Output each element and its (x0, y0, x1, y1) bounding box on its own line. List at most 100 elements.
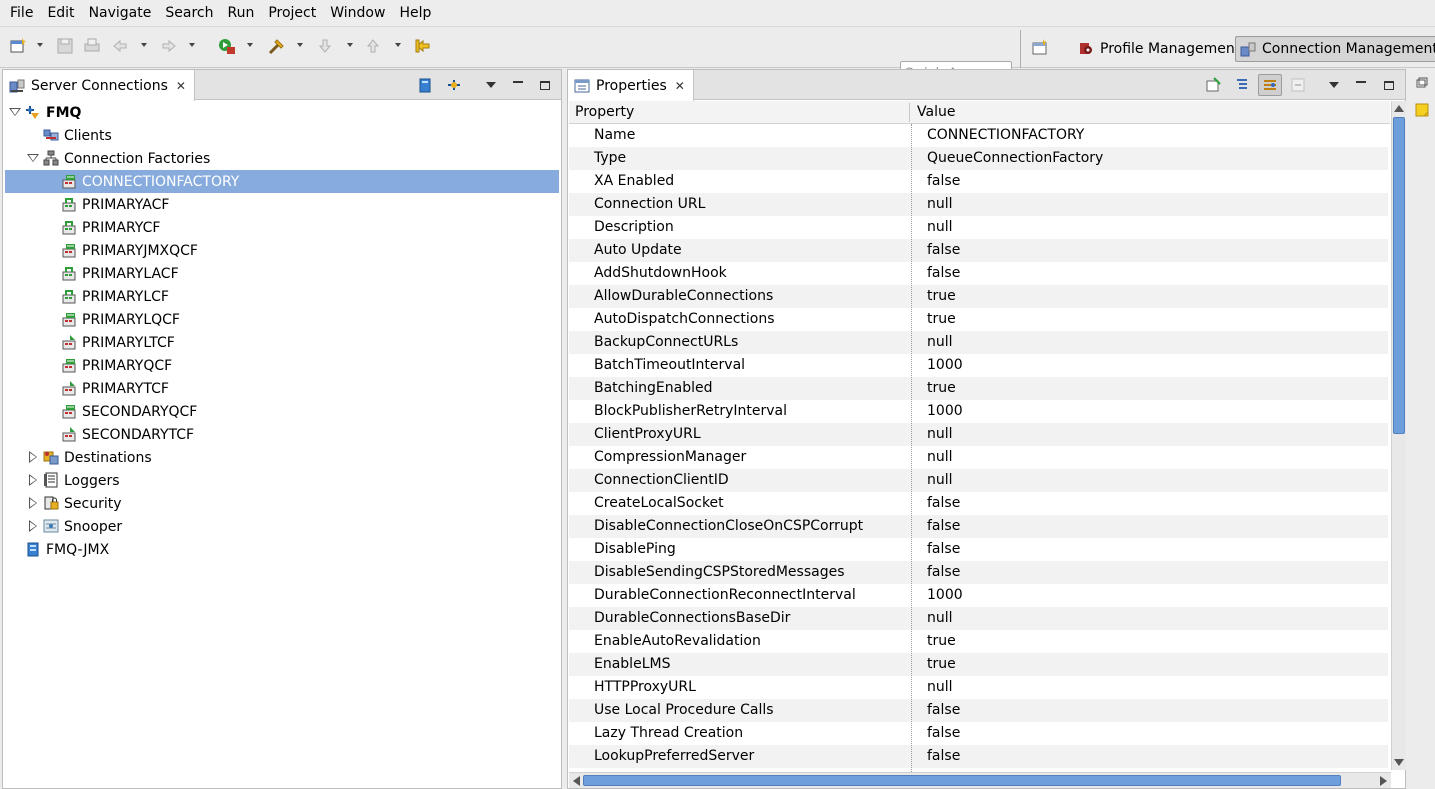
tree-item-primaryltcf[interactable]: PRIMARYLTCF (5, 331, 559, 354)
property-value[interactable]: true (927, 308, 956, 331)
property-value[interactable]: null (927, 216, 953, 239)
previous-annotation-dropdown-arrow-icon[interactable] (395, 43, 401, 47)
minimize-icon[interactable] (510, 77, 526, 93)
property-value[interactable]: false (927, 722, 960, 745)
property-row[interactable]: DisableSendingCSPStoredMessages false (569, 561, 1388, 584)
tree-item-fmq-jmx[interactable]: FMQ-JMX (5, 538, 559, 561)
property-row[interactable]: Type QueueConnectionFactory (569, 147, 1388, 170)
expand-arrow-icon[interactable] (27, 451, 39, 463)
menu-help[interactable]: Help (392, 0, 438, 27)
perspective-profile-management[interactable]: Profile Management (1074, 36, 1244, 62)
property-value[interactable]: true (927, 377, 956, 400)
tree-item-security[interactable]: Security (5, 492, 559, 515)
menu-project[interactable]: Project (261, 0, 323, 27)
property-row[interactable]: AllowDurableConnections true (569, 285, 1388, 308)
maximize-icon[interactable] (1381, 77, 1397, 93)
new-dropdown-arrow-icon[interactable] (37, 43, 43, 47)
forward-icon[interactable] (160, 37, 178, 55)
tree-item-primarylcf[interactable]: PRIMARYLCF (5, 285, 559, 308)
restore-default-icon[interactable] (1290, 77, 1306, 93)
property-value[interactable]: QueueConnectionFactory (927, 147, 1103, 170)
property-value[interactable]: false (927, 538, 960, 561)
vertical-scrollbar[interactable] (1391, 101, 1406, 770)
tree-item-loggers[interactable]: Loggers (5, 469, 559, 492)
property-row[interactable]: HTTPProxyURL null (569, 676, 1388, 699)
pin-view-icon[interactable] (1205, 77, 1221, 93)
tree-item-primaryqcf[interactable]: PRIMARYQCF (5, 354, 559, 377)
menu-search[interactable]: Search (158, 0, 220, 27)
property-row[interactable]: Description null (569, 216, 1388, 239)
perspective-connection-management[interactable]: Connection Management (1235, 36, 1435, 62)
property-row[interactable]: Auto Update false (569, 239, 1388, 262)
view-menu-icon[interactable] (1326, 77, 1342, 93)
horizontal-scroll-thumb[interactable] (583, 775, 1341, 786)
property-row[interactable]: ClientProxyURL null (569, 423, 1388, 446)
property-row[interactable]: CreateLocalSocket false (569, 492, 1388, 515)
column-header-property[interactable]: Property (569, 101, 634, 124)
property-value[interactable]: false (927, 492, 960, 515)
tab-server-connections[interactable]: Server Connections ✕ (3, 70, 195, 101)
new-wizard-icon[interactable] (9, 37, 27, 55)
property-row[interactable]: Connection URL null (569, 193, 1388, 216)
property-value[interactable]: true (927, 285, 956, 308)
note-icon[interactable] (1414, 102, 1430, 118)
new-server-icon[interactable] (417, 77, 433, 93)
maximize-icon[interactable] (537, 77, 553, 93)
tree-item-secondaryqcf[interactable]: SECONDARYQCF (5, 400, 559, 423)
property-value[interactable]: false (927, 262, 960, 285)
property-row[interactable]: AutoDispatchConnections true (569, 308, 1388, 331)
property-row[interactable]: Name CONNECTIONFACTORY (569, 124, 1388, 147)
external-tools-dropdown-arrow-icon[interactable] (297, 43, 303, 47)
property-row[interactable]: DisablePing false (569, 538, 1388, 561)
property-row[interactable]: BatchTimeoutInterval 1000 (569, 354, 1388, 377)
property-row[interactable]: BatchingEnabled true (569, 377, 1388, 400)
property-value[interactable]: false (927, 170, 960, 193)
expand-arrow-icon[interactable] (27, 520, 39, 532)
forward-dropdown-arrow-icon[interactable] (189, 43, 195, 47)
property-row[interactable]: BlockPublisherRetryInterval 1000 (569, 400, 1388, 423)
menu-file[interactable]: File (3, 0, 40, 27)
tree-item-secondarytcf[interactable]: SECONDARYTCF (5, 423, 559, 446)
previous-annotation-icon[interactable] (364, 37, 382, 55)
menu-window[interactable]: Window (323, 0, 392, 27)
property-value[interactable]: 1000 (927, 354, 963, 377)
run-icon[interactable] (218, 37, 236, 55)
run-dropdown-arrow-icon[interactable] (247, 43, 253, 47)
save-icon[interactable] (56, 37, 74, 55)
property-value[interactable]: null (927, 423, 953, 446)
property-row[interactable]: DurableConnectionsBaseDir null (569, 607, 1388, 630)
menu-navigate[interactable]: Navigate (82, 0, 159, 27)
tree-item-clients[interactable]: Clients (5, 124, 559, 147)
property-row[interactable]: EnableLMS true (569, 653, 1388, 676)
vertical-scroll-thumb[interactable] (1393, 117, 1405, 434)
close-icon[interactable]: ✕ (675, 79, 685, 93)
tree-item-primarycf[interactable]: PRIMARYCF (5, 216, 559, 239)
tree-item-primaryacf[interactable]: PRIMARYACF (5, 193, 559, 216)
property-row[interactable]: DisableConnectionCloseOnCSPCorrupt false (569, 515, 1388, 538)
property-value[interactable]: null (927, 607, 953, 630)
property-value[interactable]: null (927, 193, 953, 216)
property-value[interactable]: true (927, 630, 956, 653)
tree-item-connection-factories[interactable]: Connection Factories (5, 147, 559, 170)
property-value[interactable]: 1000 (927, 584, 963, 607)
property-value[interactable]: false (927, 239, 960, 262)
tree-item-snooper[interactable]: Snooper (5, 515, 559, 538)
column-divider[interactable] (909, 103, 910, 122)
scroll-left-icon[interactable] (573, 776, 580, 786)
tab-properties[interactable]: Properties ✕ (568, 70, 694, 101)
property-row[interactable]: XA Enabled false (569, 170, 1388, 193)
property-value[interactable]: null (927, 331, 953, 354)
property-row[interactable]: BackupConnectURLs null (569, 331, 1388, 354)
tree-item-connectionfactory[interactable]: CONNECTIONFACTORY (5, 170, 559, 193)
view-menu-icon[interactable] (483, 77, 499, 93)
collapse-arrow-icon[interactable] (27, 152, 39, 164)
property-value[interactable]: false (927, 561, 960, 584)
close-icon[interactable]: ✕ (176, 79, 186, 93)
show-advanced-properties-toggle[interactable] (1258, 74, 1282, 96)
back-icon[interactable] (111, 37, 129, 55)
expand-arrow-icon[interactable] (27, 497, 39, 509)
property-value[interactable]: true (927, 653, 956, 676)
scroll-down-icon[interactable] (1394, 759, 1404, 766)
last-edit-location-icon[interactable] (415, 37, 433, 55)
print-icon[interactable] (83, 37, 101, 55)
